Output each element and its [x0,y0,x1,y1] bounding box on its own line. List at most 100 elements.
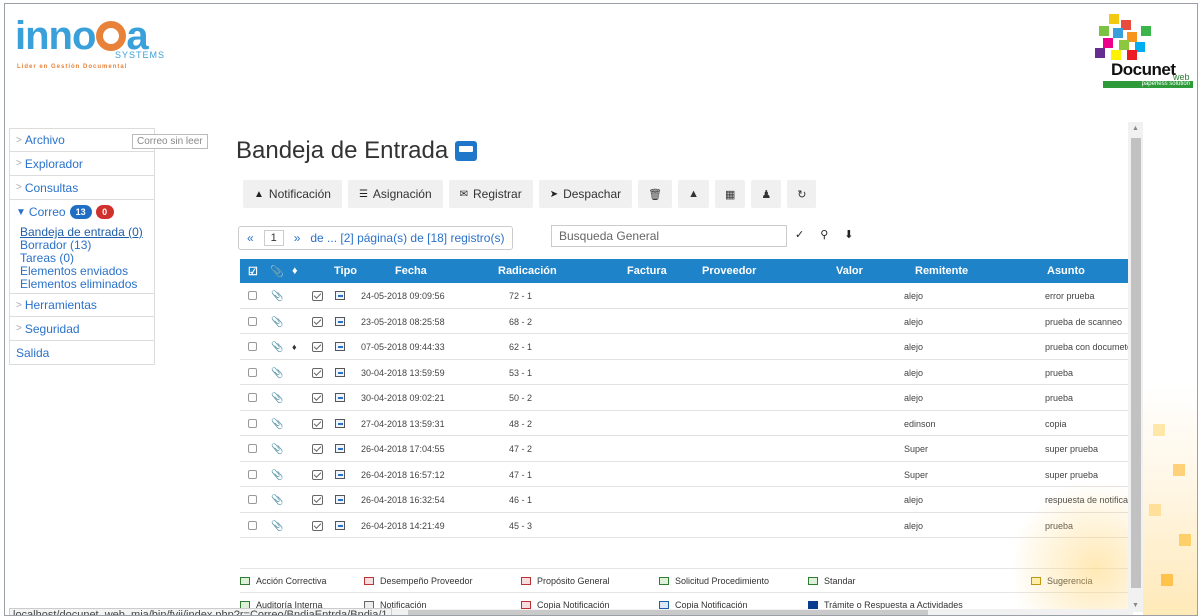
attachment-icon: 📎 [271,393,284,404]
sidebar-item-correo[interactable]: ▼ Correo 13 0 [9,200,155,224]
cell-radicacion: 53 - 1 [509,367,533,378]
cell-fecha: 24-05-2018 09:09:56 [361,291,445,301]
table-row[interactable]: 📎 30-04-2018 09:02:21 50 - 2 alejo prueba [240,385,1133,411]
search-actions: ✓ ⚲ ⬇ [795,228,854,241]
table-row[interactable]: 📎 26-04-2018 16:32:54 46 - 1 alejo respuesta… [240,487,1139,513]
pager-next-button[interactable]: » [294,231,301,245]
notificacion-button[interactable]: ▲ Notificación [243,180,342,208]
table-row[interactable]: 📎 30-04-2018 13:59:59 53 - 1 alejo prueba [240,359,1133,385]
document-type-icon [335,342,345,351]
row-checkbox[interactable] [248,495,257,504]
col-fecha[interactable]: Fecha [395,265,427,277]
envelope-open-icon [312,291,323,301]
table-row[interactable]: 📎 26-04-2018 16:57:12 47 - 1 Super super pru… [240,461,1133,487]
sidebar-item-explorador[interactable]: > Explorador [9,152,155,176]
cell-fecha: 27-04-2018 13:59:31 [361,418,445,429]
table-row[interactable]: 📎 26-04-2018 14:21:49 45 - 3 alejo prueba [240,512,1133,538]
attachment-icon: 📎 [270,266,284,278]
pager-page-input[interactable]: 1 [263,230,284,246]
row-checkbox[interactable] [248,393,257,402]
sidebar-item-herramientas[interactable]: > Herramientas [9,293,155,317]
cell-radicacion: 68 - 2 [509,316,533,327]
submenu-elementos-eliminados[interactable]: Elementos eliminados [20,278,154,291]
scroll-up-icon[interactable]: ▲ [1132,125,1139,132]
table-row[interactable]: 📎 23-05-2018 08:25:58 68 - 2 alejo prueba de… [240,308,1133,334]
row-checkbox[interactable] [248,418,257,428]
row-checkbox[interactable] [248,469,257,479]
col-asunto[interactable]: Asunto [1047,265,1085,277]
attachment-icon: 📎 [271,520,284,532]
alert-count-badge: 0 [95,205,114,219]
scrollbar-thumb[interactable] [1131,138,1141,588]
grid-button[interactable]: ▦ [714,180,746,208]
col-remitente[interactable]: Remitente [915,265,968,277]
scroll-down-icon[interactable]: ▼ [1132,602,1139,609]
sidebar-item-seguridad[interactable]: > Seguridad [9,317,155,341]
select-all-checkbox-icon[interactable]: ☑ [248,265,258,278]
col-tipo[interactable]: Tipo [334,265,357,277]
envelope-open-icon [312,316,323,327]
asignacion-button[interactable]: ☰ Asignación [347,180,443,208]
legend-row: Acción Correctiva Desempeño Proveedor Pr… [240,568,1133,592]
sidebar-item-salida[interactable]: Salida [9,341,155,365]
envelope-open-icon [312,367,323,378]
row-checkbox[interactable] [248,367,257,377]
row-checkbox[interactable] [248,291,257,300]
cell-asunto: error prueba [1045,291,1095,301]
chevron-down-icon[interactable]: ✓ [795,228,804,241]
row-checkbox[interactable] [248,520,257,530]
document-type-icon [335,291,345,300]
row-checkbox[interactable] [248,316,257,326]
tramite-respuesta-icon [808,601,818,609]
cell-remitente: Super [904,469,929,480]
cell-asunto: respuesta de notificacic [1045,495,1140,505]
table-row[interactable]: 📎 24-05-2018 09:09:56 72 - 1 alejo error pru… [240,283,1133,309]
bell-icon: ▲ [254,188,264,200]
col-radicacion[interactable]: Radicación [498,265,557,277]
attachment-icon: 📎 [271,367,284,379]
sidebar-item-consultas[interactable]: > Consultas [9,176,155,200]
search-icon[interactable]: ⚲ [820,228,828,241]
vertical-scrollbar[interactable]: ▲ ▼ [1128,122,1143,612]
row-checkbox[interactable] [248,342,257,351]
cell-radicacion: 62 - 1 [509,342,533,352]
proposito-general-icon [521,577,531,585]
pager-prev-button[interactable]: « [247,231,254,245]
scrollbar-thumb[interactable] [408,610,928,615]
search-input[interactable] [551,225,787,247]
col-proveedor[interactable]: Proveedor [702,265,756,277]
chevron-right-icon: > [16,182,22,193]
refresh-icon: ↻ [797,188,807,201]
refresh-button[interactable]: ↻ [787,180,817,208]
attachment-icon: 📎 [271,418,284,430]
correo-submenu: Bandeja de entrada (0) Borrador (13) Tar… [9,224,155,293]
table-row[interactable]: 📎 26-04-2018 17:04:55 47 - 2 Super super pru… [240,436,1133,462]
cell-asunto: copia [1045,418,1067,429]
cell-asunto: prueba [1045,367,1074,378]
document-type-icon [335,495,345,504]
attachment-icon: 📎 [271,316,284,328]
desempeno-proveedor-icon [364,577,374,585]
legend-item: Standar [808,576,856,586]
cell-radicacion: 45 - 3 [509,520,533,531]
cell-asunto: super prueba [1045,469,1099,480]
legend-item: Sugerencia [1031,576,1093,586]
unread-count-badge: 13 [69,205,92,219]
chevron-right-icon: > [16,134,22,146]
table-row[interactable]: 📎 ♦ 07-05-2018 09:44:33 62 - 1 alejo prueba c… [240,334,1139,360]
table-row[interactable]: 📎 27-04-2018 13:59:31 48 - 2 edinson copia [240,410,1133,436]
delete-button[interactable]: 🗑 [638,180,673,208]
col-factura[interactable]: Factura [627,265,667,277]
folder-button[interactable]: ▲ [678,180,709,208]
despachar-button[interactable]: ➤ Despachar [538,180,633,208]
col-valor[interactable]: Valor [836,265,863,277]
registrar-button[interactable]: ✉ Registrar [448,180,533,208]
user-button[interactable]: ♟ [751,180,782,208]
main-panel: Bandeja de Entrada ▲ Notificación ☰ Asig… [233,128,1139,615]
legend-item: Propósito General [521,576,610,586]
cell-asunto: prueba [1045,520,1074,531]
download-icon[interactable]: ⬇ [844,228,853,241]
cell-remitente: alejo [904,495,924,505]
document-type-icon [335,316,345,326]
row-checkbox[interactable] [248,444,257,453]
